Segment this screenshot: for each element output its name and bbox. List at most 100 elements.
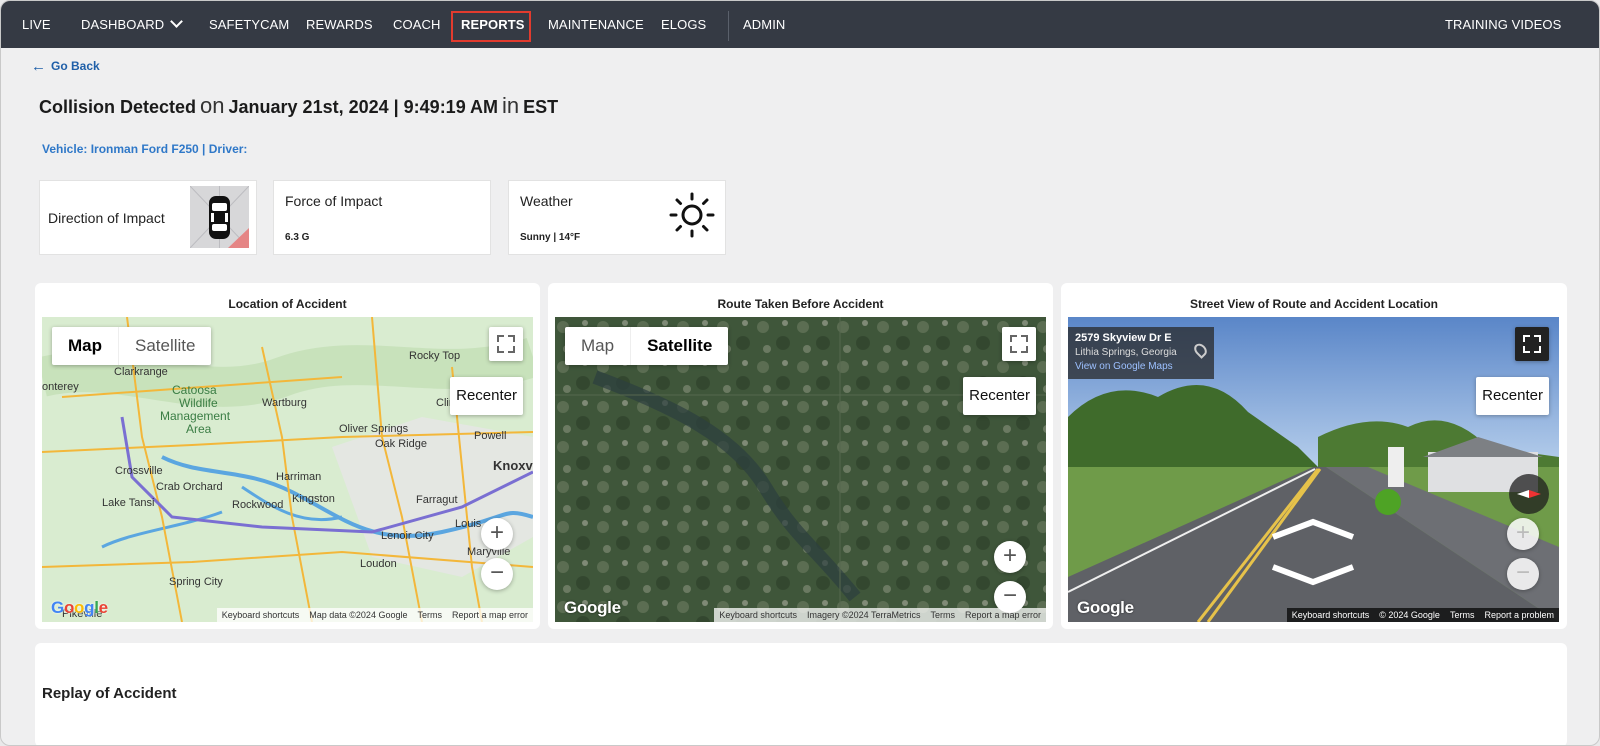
nav-maintenance[interactable]: MAINTENANCE xyxy=(548,1,644,48)
nav-divider xyxy=(728,11,729,41)
fullscreen-icon xyxy=(1021,335,1028,342)
top-nav: LIVE DASHBOARD SAFETYCAM REWARDS COACH R… xyxy=(1,1,1599,48)
map-label: Area xyxy=(186,422,212,436)
fullscreen-button[interactable] xyxy=(1002,327,1036,361)
map-label: Management xyxy=(160,409,231,423)
fullscreen-icon xyxy=(1523,335,1530,342)
fullscreen-icon xyxy=(508,346,515,353)
map-label: Farragut xyxy=(416,494,458,506)
nav-elogs[interactable]: ELOGS xyxy=(661,1,706,48)
location-panel-title: Location of Accident xyxy=(228,297,347,311)
map-label: Louis xyxy=(455,518,482,530)
google-logo: Google xyxy=(51,598,108,617)
map-type-control: Map Satellite xyxy=(52,327,212,365)
keyboard-shortcuts-link[interactable]: Keyboard shortcuts xyxy=(217,608,305,622)
replay-title: Replay of Accident xyxy=(42,685,177,702)
map-label: Powell xyxy=(474,430,507,442)
force-value: 6.3 G xyxy=(285,232,310,243)
google-logo: Google xyxy=(564,598,621,617)
map-label: Catoosa xyxy=(172,383,217,397)
go-back-label: Go Back xyxy=(51,59,100,73)
fullscreen-icon xyxy=(1523,346,1530,353)
nav-training-videos[interactable]: TRAINING VIDEOS xyxy=(1445,1,1561,48)
map-label: Wartburg xyxy=(262,397,307,409)
title-on: on xyxy=(200,93,225,118)
weather-value: Sunny | 14°F xyxy=(520,232,581,243)
route-map[interactable]: Map Satellite Recenter + − Google Keyboa… xyxy=(555,317,1046,622)
nav-live[interactable]: LIVE xyxy=(22,1,51,48)
fullscreen-icon xyxy=(497,346,504,353)
zoom-in-button[interactable]: + xyxy=(481,518,513,550)
map-label: Spring City xyxy=(169,576,223,588)
nav-admin[interactable]: ADMIN xyxy=(743,1,785,48)
direction-of-impact-card: Direction of Impact xyxy=(39,180,257,255)
fullscreen-icon xyxy=(497,335,504,342)
keyboard-shortcuts-link[interactable]: Keyboard shortcuts xyxy=(714,608,802,622)
report-problem-link[interactable]: Report a problem xyxy=(1479,608,1559,622)
street-address: 2579 Skyview Dr E xyxy=(1075,332,1172,344)
map-label: Rocky Top xyxy=(409,350,461,362)
view-on-google-maps-link[interactable]: View on Google Maps xyxy=(1075,361,1207,372)
map-label: Oak Ridge xyxy=(375,438,427,450)
zoom-in-button[interactable]: + xyxy=(1507,518,1539,550)
map-type-map-button[interactable]: Map xyxy=(565,327,630,365)
map-label: onterey xyxy=(42,381,79,393)
replay-section: Replay of Accident xyxy=(35,643,1567,745)
map-label: Crossville xyxy=(115,465,163,477)
map-type-satellite-button[interactable]: Satellite xyxy=(630,327,728,365)
nav-rewards[interactable]: REWARDS xyxy=(306,1,373,48)
sun-icon xyxy=(669,192,715,238)
fullscreen-icon xyxy=(1534,346,1541,353)
recenter-button[interactable]: Recenter xyxy=(450,377,523,415)
zoom-in-button[interactable]: + xyxy=(994,541,1026,573)
map-label: Oliver Springs xyxy=(339,423,409,435)
route-panel: Route Taken Before Accident Map Satellit… xyxy=(548,283,1053,629)
compass-icon[interactable] xyxy=(1509,474,1549,514)
recenter-button[interactable]: Recenter xyxy=(1476,377,1549,415)
street-view-panel-title: Street View of Route and Accident Locati… xyxy=(1189,297,1439,311)
nav-safetycam[interactable]: SAFETYCAM xyxy=(209,1,289,48)
arrow-left-icon: ← xyxy=(31,58,46,75)
page-title: Collision Detected on January 21st, 2024 |… xyxy=(39,93,558,119)
keyboard-shortcuts-link[interactable]: Keyboard shortcuts xyxy=(1287,608,1375,622)
report-error-link[interactable]: Report a map error xyxy=(447,608,533,622)
location-map[interactable]: Clarkrange onterey Catoosa Wildlife Mana… xyxy=(42,317,533,622)
map-attribution: Keyboard shortcuts Map data ©2024 Google… xyxy=(216,608,533,622)
app-window: LIVE DASHBOARD SAFETYCAM REWARDS COACH R… xyxy=(0,0,1600,746)
event-datetime: January 21st, 2024 | 9:49:19 AM xyxy=(228,97,499,117)
map-label: Lake Tansi xyxy=(102,497,155,509)
zoom-out-button[interactable]: − xyxy=(481,558,513,590)
nav-dashboard-label: DASHBOARD xyxy=(81,17,165,32)
route-panel-title: Route Taken Before Accident xyxy=(717,297,884,311)
nav-reports[interactable]: REPORTS xyxy=(461,1,525,48)
street-locality: Lithia Springs, Georgia xyxy=(1075,347,1177,358)
nav-dashboard[interactable]: DASHBOARD xyxy=(81,1,184,48)
report-error-link[interactable]: Report a map error xyxy=(960,608,1046,622)
force-label: Force of Impact xyxy=(285,193,383,209)
terms-link[interactable]: Terms xyxy=(1445,608,1480,622)
map-label: Crab Orchard xyxy=(156,481,223,493)
map-label: Loudon xyxy=(360,558,397,570)
fullscreen-button[interactable] xyxy=(1515,327,1549,361)
fullscreen-button[interactable] xyxy=(489,327,523,361)
map-label: Clarkrange xyxy=(114,366,168,378)
map-label: Lenoir City xyxy=(381,530,434,542)
event-name: Collision Detected xyxy=(39,97,197,117)
fullscreen-icon xyxy=(1021,346,1028,353)
street-view[interactable]: 2579 Skyview Dr E Lithia Springs, Georgi… xyxy=(1068,317,1559,622)
title-in: in xyxy=(502,93,520,118)
zoom-out-button[interactable]: − xyxy=(1507,558,1539,590)
go-back-link[interactable]: ← Go Back xyxy=(31,57,100,75)
recenter-button[interactable]: Recenter xyxy=(963,377,1036,415)
map-type-satellite-button[interactable]: Satellite xyxy=(118,327,211,365)
chevron-down-icon xyxy=(170,15,184,28)
fullscreen-icon xyxy=(1010,335,1017,342)
terms-link[interactable]: Terms xyxy=(925,608,960,622)
map-type-map-button[interactable]: Map xyxy=(52,327,118,365)
street-view-address-card: 2579 Skyview Dr E Lithia Springs, Georgi… xyxy=(1068,327,1214,379)
street-view-panel: Street View of Route and Accident Locati… xyxy=(1061,283,1567,629)
weather-card: Weather Sunny | 14°F xyxy=(508,180,726,255)
nav-coach[interactable]: COACH xyxy=(393,1,440,48)
vehicle-driver-line[interactable]: Vehicle: Ironman Ford F250 | Driver: xyxy=(42,142,247,156)
terms-link[interactable]: Terms xyxy=(412,608,447,622)
